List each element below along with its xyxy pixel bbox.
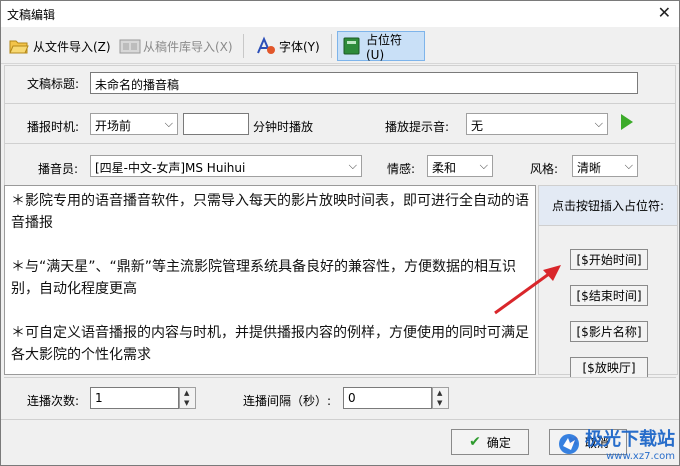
repeat-count-input[interactable]: 1 xyxy=(90,387,179,409)
timing-label: 播报时机: xyxy=(27,120,80,134)
chevron-down-icon: ⌵ xyxy=(348,159,357,172)
insert-movie-name-button[interactable]: [$影片名称] xyxy=(570,321,648,342)
ok-label: 确定 xyxy=(486,435,511,450)
import-file-label: 从文件导入(Z) xyxy=(33,39,111,54)
tone-value: 无 xyxy=(471,119,484,133)
spin-up-icon: ▲ xyxy=(184,389,190,397)
style-value: 清晰 xyxy=(577,161,602,175)
insert-start-time-button[interactable]: [$开始时间] xyxy=(570,249,648,270)
spin-down-icon: ▼ xyxy=(184,399,190,407)
emotion-label: 情感: xyxy=(387,162,416,176)
timing-select[interactable]: 开场前 ⌵ xyxy=(90,113,178,135)
watermark-text: 极光下载站 xyxy=(585,429,675,450)
title-label: 文稿标题: xyxy=(27,77,80,91)
library-icon xyxy=(119,36,141,56)
toolbar: 从文件导入(Z) 从稿件库导入(X) 字体(Y) 占位符(U) xyxy=(1,28,679,64)
repeat-interval-label: 连播间隔（秒）: xyxy=(243,394,332,408)
insert-end-time-button[interactable]: [$结束时间] xyxy=(570,285,648,306)
announcer-select[interactable]: [四星-中文-女声]MS Huihui ⌵ xyxy=(90,155,362,177)
folder-open-icon xyxy=(9,36,29,56)
play-icon[interactable] xyxy=(621,114,633,130)
tone-select[interactable]: 无 ⌵ xyxy=(466,113,608,135)
chevron-down-icon: ⌵ xyxy=(624,159,633,172)
spin-down-icon: ▼ xyxy=(437,399,443,407)
chevron-down-icon: ⌵ xyxy=(479,159,488,172)
announcer-label: 播音员: xyxy=(38,162,79,176)
content-editor[interactable]: ＊影院专用的语音播音软件，只需导入每天的影片放映时间表，即可进行全自动的语音播报… xyxy=(4,185,536,375)
toolbar-divider xyxy=(331,34,332,58)
title-input[interactable]: 未命名的播音稿 xyxy=(90,72,638,94)
chevron-down-icon: ⌵ xyxy=(594,117,603,130)
close-icon[interactable]: ✕ xyxy=(658,3,671,22)
watermark-url: www.xz7.com xyxy=(606,451,675,462)
placeholder-button[interactable]: 占位符(U) xyxy=(337,31,425,62)
editor-paragraph: ＊影院专用的语音播音软件，只需导入每天的影片放映时间表，即可进行全自动的语音播报 xyxy=(11,193,529,231)
editor-paragraph: ＊与“满天星”、“鼎新”等主流影院管理系统具备良好的兼容性，方便数据的相互识别，… xyxy=(11,259,517,297)
style-select[interactable]: 清晰 ⌵ xyxy=(572,155,638,177)
placeholder-label: 占位符(U) xyxy=(366,32,403,62)
announcer-value: [四星-中文-女声]MS Huihui xyxy=(95,161,246,175)
watermark-logo-icon xyxy=(559,433,579,454)
minutes-suffix: 分钟时播放 xyxy=(253,120,314,134)
green-book-icon xyxy=(342,36,362,56)
insert-hall-button[interactable]: [$放映厅] xyxy=(570,357,648,378)
font-icon xyxy=(255,36,275,56)
timing-value: 开场前 xyxy=(95,119,132,133)
tone-label: 播放提示音: xyxy=(385,120,450,134)
dialog-window: 文稿编辑 ✕ 从文件导入(Z) 从稿件库导入(X) 字体(Y) 占位符(U) 文… xyxy=(0,0,680,466)
emotion-value: 柔和 xyxy=(432,161,457,175)
window-title: 文稿编辑 xyxy=(7,8,56,22)
repeat-count-label: 连播次数: xyxy=(27,394,80,408)
minutes-input[interactable] xyxy=(183,113,249,135)
checkmark-icon: ✔ xyxy=(469,434,481,450)
style-label: 风格: xyxy=(530,162,559,176)
import-file-button[interactable]: 从文件导入(Z) xyxy=(5,31,115,61)
chevron-down-icon: ⌵ xyxy=(164,117,173,130)
spin-up-icon: ▲ xyxy=(437,389,443,397)
editor-paragraph: ＊可自定义语音播报的内容与时机，并提供播报内容的例样，方便使用的同时可满足各大影… xyxy=(11,325,529,363)
repeat-count-stepper[interactable]: ▲ ▼ xyxy=(179,387,196,409)
placeholder-panel-header: 点击按钮插入占位符: xyxy=(539,186,677,226)
import-library-button[interactable]: 从稿件库导入(X) xyxy=(115,31,237,61)
toolbar-divider xyxy=(243,34,244,58)
emotion-select[interactable]: 柔和 ⌵ xyxy=(427,155,493,177)
ok-button[interactable]: ✔ 确定 xyxy=(451,429,529,455)
watermark: 极光下载站 www.xz7.com xyxy=(557,425,675,462)
annotation-arrow-icon xyxy=(494,265,561,315)
import-library-label: 从稿件库导入(X) xyxy=(143,39,233,54)
font-button[interactable]: 字体(Y) xyxy=(251,31,324,61)
repeat-interval-stepper[interactable]: ▲ ▼ xyxy=(432,387,449,409)
repeat-interval-input[interactable]: 0 xyxy=(343,387,432,409)
font-label: 字体(Y) xyxy=(279,39,320,54)
titlebar: 文稿编辑 ✕ xyxy=(1,1,679,27)
